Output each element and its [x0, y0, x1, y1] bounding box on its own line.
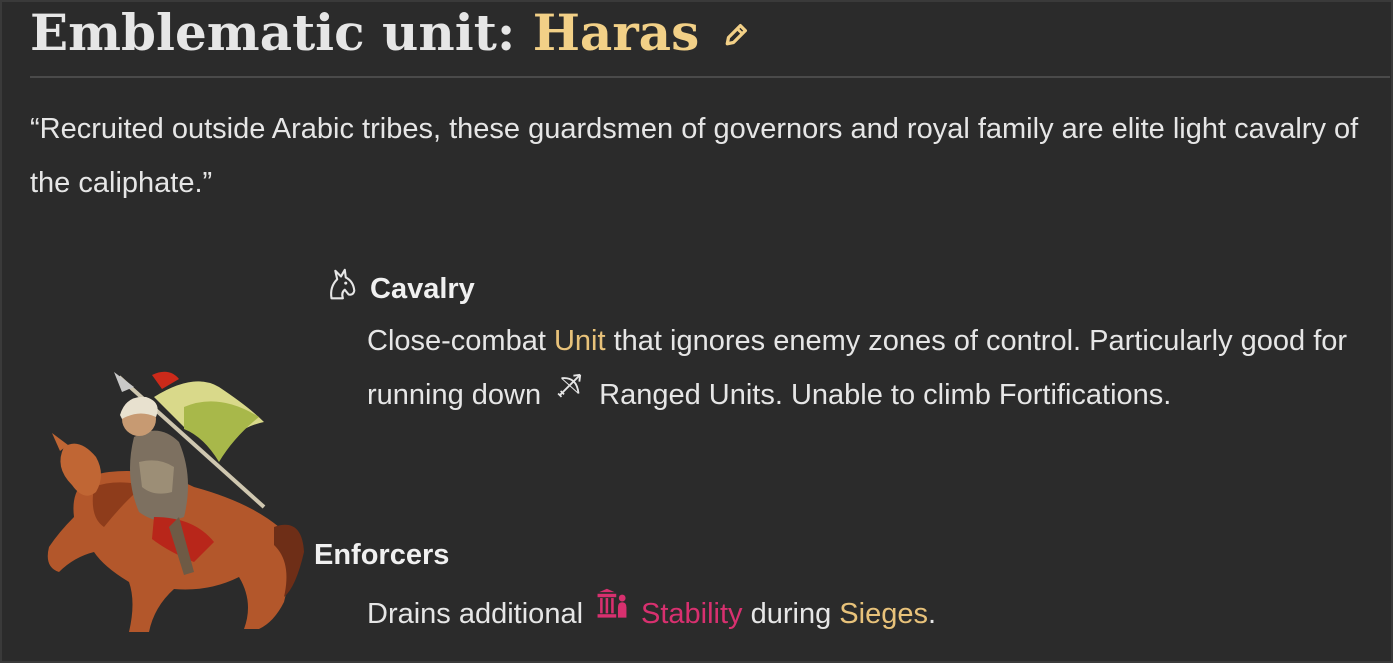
stability-icon — [595, 585, 629, 639]
unit-description-quote: “Recruited outside Arabic tribes, these … — [30, 113, 1359, 199]
stability-link[interactable]: Stability — [641, 598, 743, 630]
trait-cavalry-header: Cavalry — [322, 266, 475, 312]
trait-enforcers-description: Drains additional Stability during Sieges… — [367, 587, 1377, 641]
bow-arrow-icon — [553, 366, 587, 420]
trait-cavalry-title: Cavalry — [370, 272, 475, 305]
unit-name: Haras — [532, 3, 700, 62]
title-divider — [30, 76, 1390, 78]
trait-enforcers-header: Enforcers — [314, 539, 449, 572]
cavalry-text-1: Close-combat — [367, 325, 554, 357]
sieges-link[interactable]: Sieges — [839, 598, 928, 630]
trait-enforcers-title: Enforcers — [314, 539, 450, 571]
unit-link[interactable]: Unit — [554, 325, 606, 357]
title-prefix: Emblematic unit: — [30, 3, 533, 62]
enforcers-text-1: Drains additional — [367, 598, 584, 630]
unit-panel: Emblematic unit: Haras “Recruited outsid… — [0, 0, 1393, 663]
enforcers-text-3: . — [927, 598, 937, 630]
cavalry-text-3: Ranged Units. Unable to climb Fortificat… — [599, 379, 1172, 411]
page-title: Emblematic unit: Haras — [30, 4, 751, 62]
enforcers-text-2: during — [742, 598, 840, 630]
haras-unit-portrait — [34, 367, 309, 637]
trait-cavalry-description: Close-combat Unit that ignores enemy zon… — [367, 314, 1377, 422]
pencil-icon[interactable] — [721, 4, 751, 62]
horse-head-icon — [322, 266, 360, 312]
